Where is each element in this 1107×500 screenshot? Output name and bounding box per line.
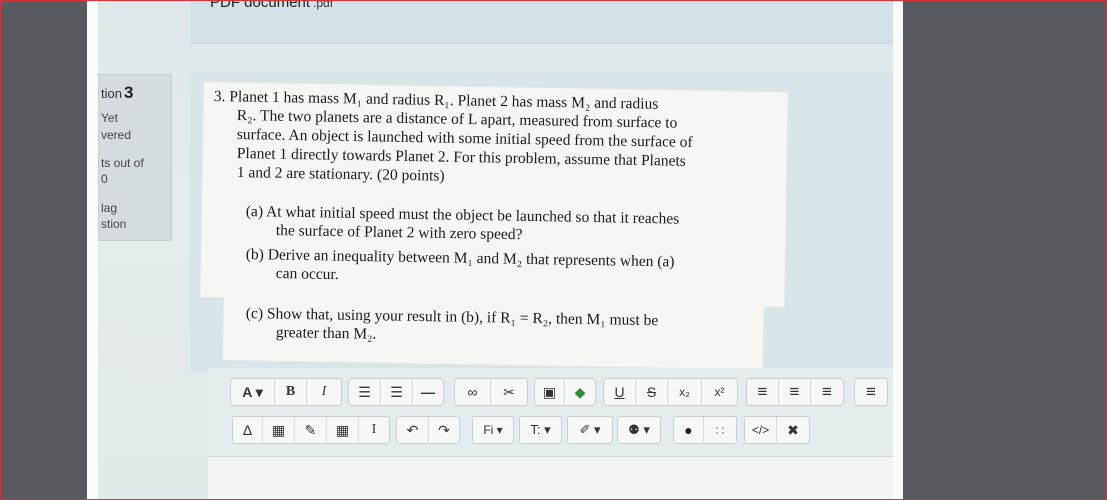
- attachment-bar: PDF document .pdf: [190, 0, 893, 44]
- link-button[interactable]: ∞: [455, 379, 491, 405]
- marks-line-1: ts out of: [101, 156, 144, 170]
- media-group: ▣ ◆: [534, 378, 596, 406]
- question-label-text: tion: [101, 86, 122, 101]
- lightbulb-icon[interactable]: ⚉ ▾: [618, 417, 660, 443]
- unlink-button[interactable]: ✂: [491, 379, 527, 405]
- bold-button[interactable]: B: [275, 379, 307, 405]
- special-chars-button[interactable]: ∷: [704, 417, 736, 443]
- attachment-link[interactable]: PDF document .pdf: [210, 0, 333, 11]
- numbered-list-button[interactable]: ☰: [381, 379, 413, 405]
- font-size-label[interactable]: T: ▾: [520, 417, 561, 443]
- list-group: ☰ ☰ —: [348, 378, 444, 406]
- html-source-button[interactable]: </>: [745, 417, 777, 443]
- left-gutter: [0, 0, 87, 500]
- font-family-dropdown[interactable]: Fi ▾: [472, 416, 514, 444]
- attachment-name[interactable]: PDF document: [210, 0, 310, 11]
- font-family-label[interactable]: Fi ▾: [473, 417, 513, 443]
- insert-table-button[interactable]: ▦: [327, 417, 359, 443]
- brush-dropdown[interactable]: ✐ ▾: [567, 416, 613, 444]
- insert-media-button[interactable]: ◆: [565, 379, 595, 405]
- flag-question-line-2[interactable]: stion: [101, 217, 126, 231]
- text-format-group: A ▾ B I: [230, 378, 342, 406]
- question-number: 3: [123, 83, 134, 102]
- italic-button[interactable]: I: [307, 379, 341, 405]
- answer-text-area[interactable]: [208, 456, 893, 500]
- code-group: </> ✖: [744, 416, 810, 444]
- status-line-1: Yet: [101, 111, 118, 125]
- flag-question-line-1[interactable]: lag: [101, 201, 117, 215]
- align-right-button[interactable]: ≡: [811, 379, 843, 405]
- strikethrough-button[interactable]: S: [636, 379, 668, 405]
- status-line-2: vered: [101, 128, 132, 142]
- accessibility-group: ● ∷: [673, 416, 737, 444]
- align-left-button[interactable]: ≡: [747, 379, 779, 405]
- history-group: ↶ ↷: [396, 416, 460, 444]
- hint-dropdown[interactable]: ⚉ ▾: [617, 416, 661, 444]
- question-info-panel: tion 3 Yet vered ts out of 0 lag stion: [98, 74, 172, 241]
- marks-line-2: 0: [101, 172, 108, 186]
- underline-button[interactable]: U: [604, 379, 636, 405]
- indent-button[interactable]: ≡: [855, 379, 887, 405]
- equation-button[interactable]: ∆: [233, 417, 263, 443]
- question-number-label: tion 3: [101, 83, 133, 103]
- accessibility-icon[interactable]: ●: [674, 417, 704, 443]
- insert-image-button[interactable]: ▣: [535, 379, 565, 405]
- part-b-line-2: can occur.: [275, 265, 339, 284]
- indent-group: ≡: [854, 378, 888, 406]
- answer-editor: A ▾ B I ☰ ☰ — ∞ ✂ ▣ ◆ U S x₂ x² ≡ ≡ ≡ ≡ …: [208, 368, 893, 500]
- align-center-button[interactable]: ≡: [779, 379, 811, 405]
- script-group: U S x₂ x²: [603, 378, 738, 406]
- bullet-list-button[interactable]: ☰: [349, 379, 381, 405]
- subscript-button[interactable]: x₂: [668, 379, 702, 405]
- redo-button[interactable]: ↷: [429, 417, 459, 443]
- edit-button[interactable]: ✎: [295, 417, 327, 443]
- calculator-button[interactable]: ▦: [263, 417, 295, 443]
- superscript-button[interactable]: x²: [702, 379, 737, 405]
- part-c-line-2: greater than M₂.: [275, 324, 377, 343]
- font-size-dropdown[interactable]: T: ▾: [519, 416, 562, 444]
- question-line-5: 1 and 2 are stationary. (20 points): [236, 164, 445, 185]
- font-color-button[interactable]: A ▾: [231, 379, 275, 405]
- text-cursor-button[interactable]: I: [359, 417, 389, 443]
- right-gutter: [903, 0, 1107, 500]
- undo-button[interactable]: ↶: [397, 417, 429, 443]
- horizontal-rule-button[interactable]: —: [413, 379, 443, 405]
- attachment-ext: .pdf: [313, 0, 334, 10]
- align-group: ≡ ≡ ≡: [746, 378, 844, 406]
- insert-group: ∆ ▦ ✎ ▦ I: [232, 416, 390, 444]
- link-group: ∞ ✂: [454, 378, 528, 406]
- fullscreen-button[interactable]: ✖: [777, 417, 809, 443]
- brush-icon[interactable]: ✐ ▾: [568, 417, 612, 443]
